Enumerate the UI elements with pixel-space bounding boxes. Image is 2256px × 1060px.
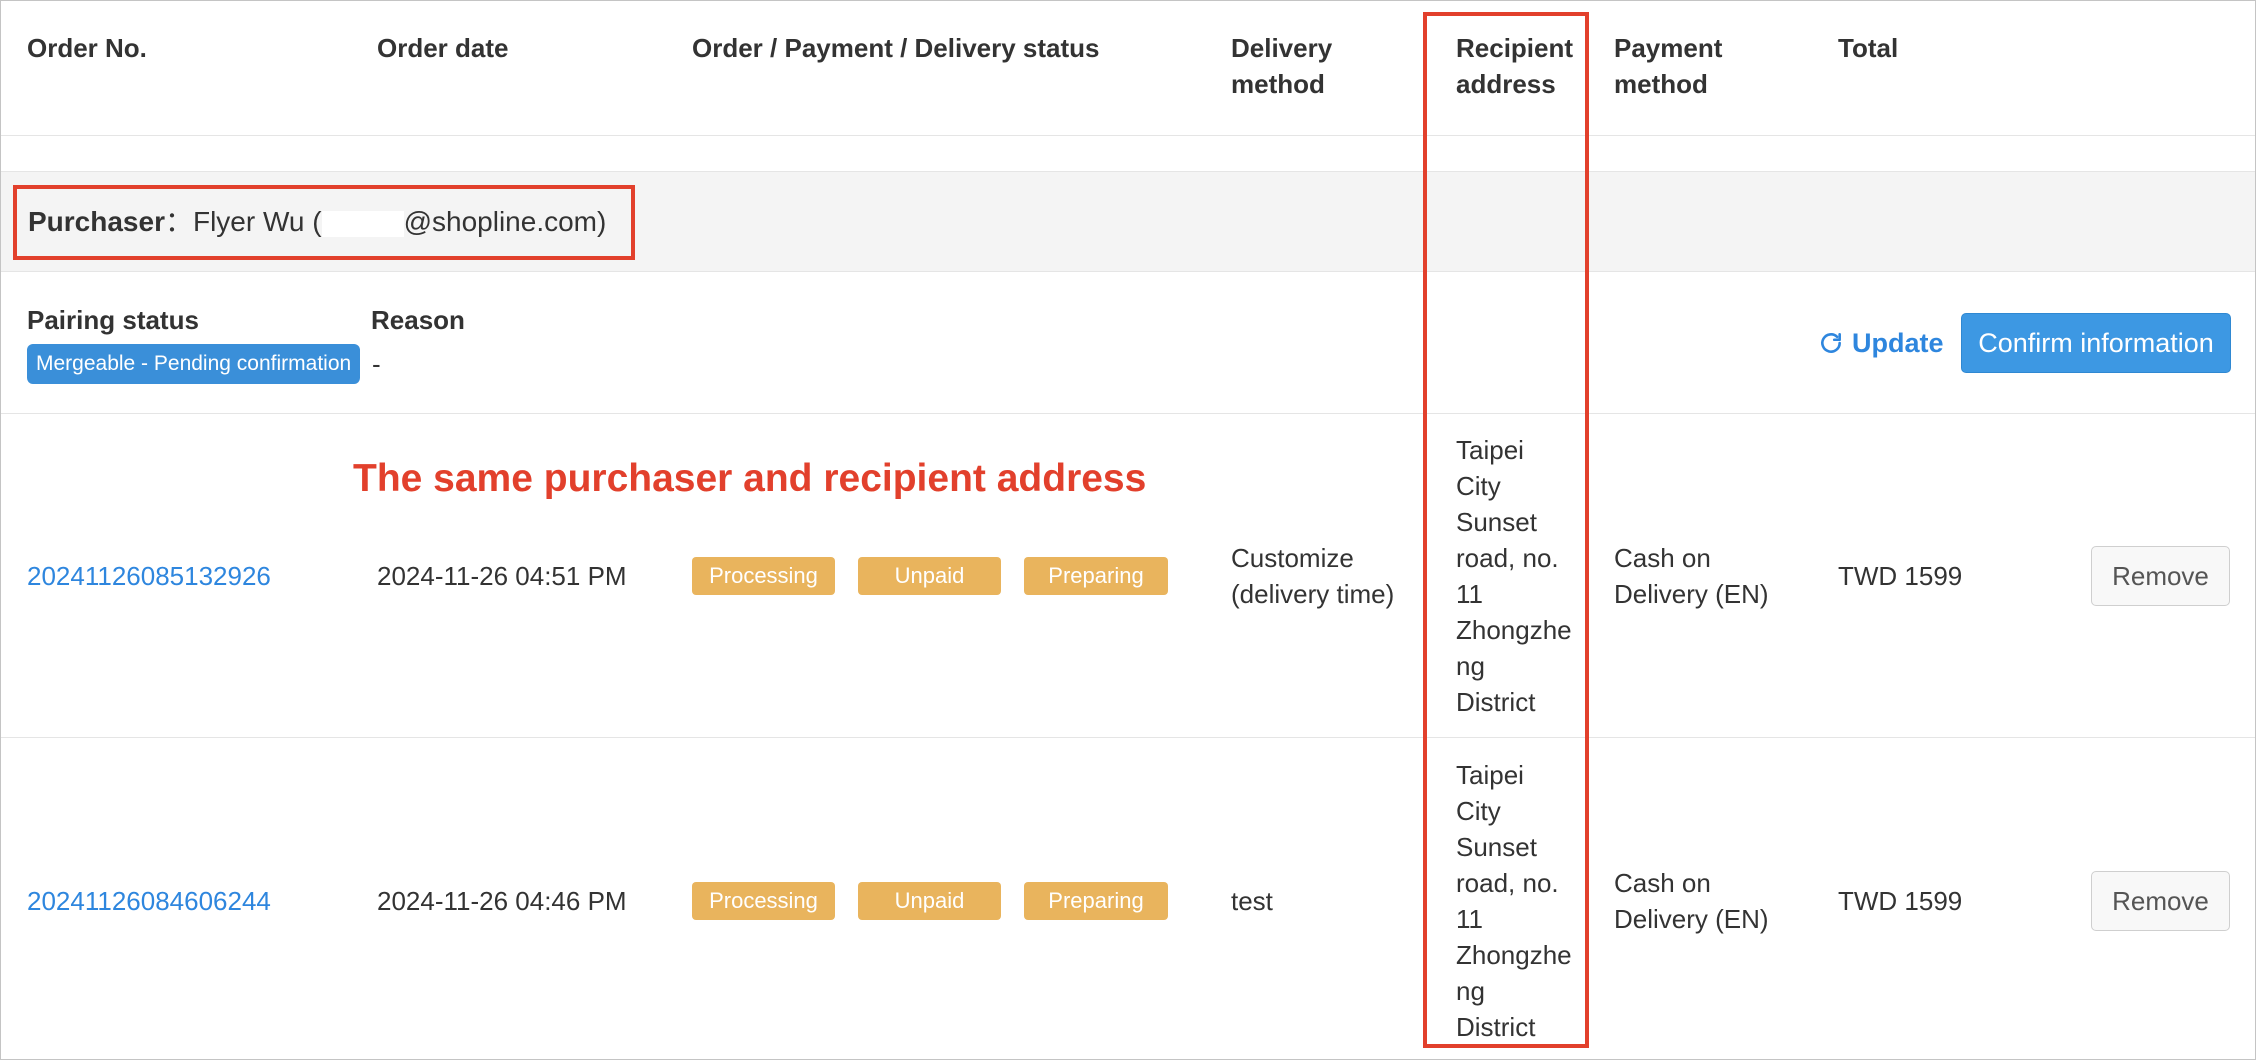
pairing-status-badge: Mergeable - Pending confirmation xyxy=(27,344,361,384)
payment-method: Cash on Delivery (EN) xyxy=(1614,540,1769,612)
column-payment-method: Payment method xyxy=(1614,30,1722,102)
remove-button[interactable]: Remove xyxy=(2091,546,2230,606)
header-divider xyxy=(1,135,2255,136)
reason-value: - xyxy=(372,349,381,379)
update-label: Update xyxy=(1852,327,1944,358)
payment-method-line: Cash on xyxy=(1614,543,1711,573)
purchaser-highlight-box xyxy=(13,185,635,260)
annotation-text: The same purchaser and recipient address xyxy=(353,457,1147,500)
delivery-method: Customize (delivery time) xyxy=(1231,540,1394,612)
confirm-information-button[interactable]: Confirm information xyxy=(1961,313,2231,373)
pairing-divider xyxy=(1,413,2255,414)
column-total: Total xyxy=(1838,33,1899,63)
delivery-method-line: Customize xyxy=(1231,543,1354,573)
order-number-link[interactable]: 20241126084606244 xyxy=(27,883,271,919)
payment-status-badge: Unpaid xyxy=(858,557,1001,595)
order-status-badge: Processing xyxy=(692,882,835,920)
update-button[interactable]: Update xyxy=(1818,325,1944,361)
delivery-method-line: test xyxy=(1231,886,1273,916)
pairing-status-label: Pairing status xyxy=(27,305,199,335)
delivery-method-line: (delivery time) xyxy=(1231,579,1395,609)
remove-button[interactable]: Remove xyxy=(2091,871,2230,931)
reason-label: Reason xyxy=(371,305,465,335)
column-order-no: Order No. xyxy=(27,33,147,63)
row-divider xyxy=(1,737,2255,738)
order-status-badge: Processing xyxy=(692,557,835,595)
payment-method-line: Delivery (EN) xyxy=(1614,904,1769,934)
refresh-icon xyxy=(1821,333,1841,353)
column-payment-method-line2: method xyxy=(1614,69,1708,99)
column-delivery-method-line1: Delivery xyxy=(1231,33,1333,63)
column-delivery-method-line2: method xyxy=(1231,69,1325,99)
column-delivery-method: Delivery method xyxy=(1231,30,1332,102)
payment-method-line: Delivery (EN) xyxy=(1614,579,1769,609)
order-date: 2024-11-26 04:51 PM xyxy=(377,561,627,591)
delivery-status-badge: Preparing xyxy=(1024,882,1168,920)
order-total: TWD 1599 xyxy=(1838,886,1963,916)
delivery-status-badge: Preparing xyxy=(1024,557,1168,595)
payment-method: Cash on Delivery (EN) xyxy=(1614,865,1769,937)
recipient-address-highlight-box xyxy=(1423,12,1589,1048)
delivery-method: test xyxy=(1231,883,1273,919)
order-number-link[interactable]: 20241126085132926 xyxy=(27,558,271,594)
payment-method-line: Cash on xyxy=(1614,868,1711,898)
column-status: Order / Payment / Delivery status xyxy=(692,33,1100,63)
payment-status-badge: Unpaid xyxy=(858,882,1001,920)
column-order-date: Order date xyxy=(377,33,509,63)
column-payment-method-line1: Payment xyxy=(1614,33,1723,63)
order-date: 2024-11-26 04:46 PM xyxy=(377,886,627,916)
order-total: TWD 1599 xyxy=(1838,561,1963,591)
